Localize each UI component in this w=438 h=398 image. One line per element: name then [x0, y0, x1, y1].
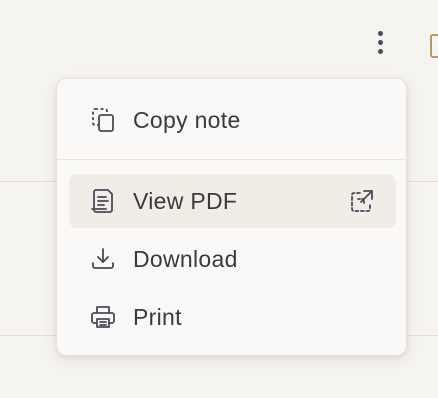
download-icon — [89, 245, 117, 273]
download-menu-item[interactable]: Download — [69, 232, 396, 286]
view-pdf-menu-item[interactable]: View PDF — [69, 174, 396, 228]
document-icon — [89, 187, 117, 215]
copy-note-menu-item[interactable]: Copy note — [69, 93, 396, 147]
menu-item-label: Copy note — [133, 106, 241, 133]
print-menu-item[interactable]: Print — [69, 290, 396, 344]
external-link-icon — [348, 187, 376, 215]
kebab-dot — [377, 39, 383, 45]
printer-icon — [89, 303, 117, 331]
partial-toolbar-icon[interactable] — [430, 34, 438, 58]
menu-item-label: Download — [133, 245, 238, 272]
more-options-button[interactable] — [366, 22, 394, 62]
copy-icon — [89, 106, 117, 134]
menu-separator — [57, 159, 406, 160]
menu-item-label: View PDF — [133, 187, 238, 214]
kebab-dot — [377, 48, 383, 54]
note-actions-menu: Copy note View PDF Download Print — [56, 78, 407, 356]
kebab-dot — [377, 30, 383, 36]
menu-item-label: Print — [133, 303, 182, 330]
